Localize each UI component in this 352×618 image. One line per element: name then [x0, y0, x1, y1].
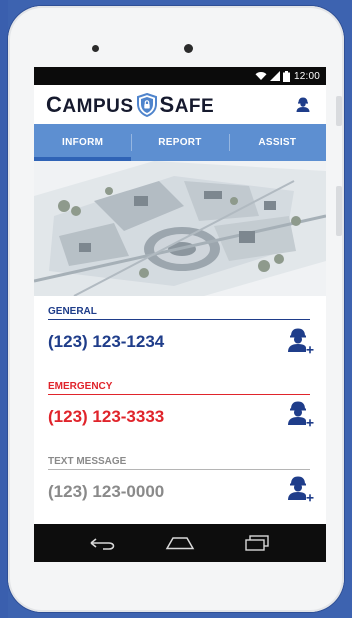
system-nav-bar [34, 524, 326, 562]
phone-number[interactable]: (123) 123-3333 [48, 395, 316, 439]
recent-apps-button[interactable] [242, 532, 272, 554]
contact-general: GENERAL (123) 123-1234 [34, 299, 326, 364]
side-button [336, 96, 342, 126]
sensor-dot [92, 45, 99, 52]
section-label: TEXT MESSAGE [48, 449, 310, 470]
tab-assist[interactable]: ASSIST [228, 124, 326, 161]
logo-text-safe: SAFE [159, 91, 215, 117]
side-button [336, 186, 342, 236]
add-contact-icon[interactable] [286, 475, 314, 505]
user-icon [296, 97, 310, 112]
add-contact-icon[interactable] [286, 327, 314, 357]
tab-inform[interactable]: INFORM [34, 124, 132, 161]
app-bar: CAMPUS SAFE [34, 85, 326, 124]
signal-icon [269, 71, 280, 81]
home-button[interactable] [165, 532, 195, 554]
section-label: EMERGENCY [48, 374, 310, 395]
shield-icon [136, 92, 158, 117]
contact-text-message: TEXT MESSAGE (123) 123-0000 [34, 449, 326, 514]
tab-label: ASSIST [258, 137, 297, 148]
app-logo: CAMPUS SAFE [46, 92, 214, 118]
front-camera [184, 44, 193, 53]
campus-aerial-image [34, 161, 326, 296]
tab-report[interactable]: REPORT [131, 124, 228, 161]
status-icons [255, 70, 290, 82]
back-icon [90, 538, 114, 550]
recent-apps-icon [245, 535, 270, 551]
tab-label: INFORM [62, 137, 104, 148]
logo-text-campus: CAMPUS [46, 91, 134, 117]
contact-emergency: EMERGENCY (123) 123-3333 [34, 374, 326, 439]
phone-screen: 12:00 CAMPUS SAFE INFORM REPORT ASSIST G… [34, 67, 326, 562]
battery-icon [282, 70, 290, 82]
tab-bar: INFORM REPORT ASSIST [34, 124, 326, 161]
phone-number[interactable]: (123) 123-0000 [48, 470, 316, 514]
status-bar: 12:00 [34, 67, 326, 85]
phone-number[interactable]: (123) 123-1234 [48, 320, 316, 364]
status-time: 12:00 [293, 70, 320, 82]
add-contact-icon[interactable] [286, 400, 314, 430]
home-icon [165, 537, 195, 550]
profile-button[interactable] [294, 95, 312, 113]
back-button[interactable] [88, 532, 118, 554]
tab-label: REPORT [158, 137, 202, 148]
background-edge [0, 0, 8, 618]
section-label: GENERAL [48, 299, 310, 320]
wifi-icon [255, 72, 267, 80]
